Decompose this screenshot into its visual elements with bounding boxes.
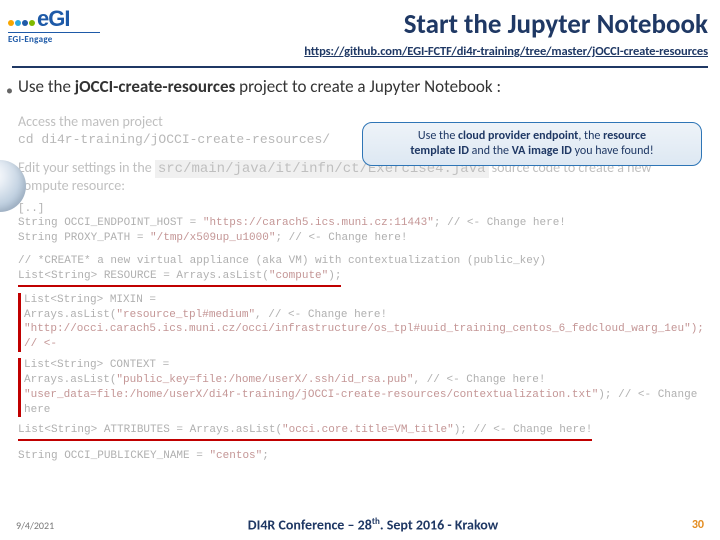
code-l12: String OCCI_PUBLICKEY_NAME = "centos"; — [18, 449, 702, 464]
header: eGI EGI-Engage Start the Jupyter Noteboo… — [0, 0, 720, 62]
bullet-pre: Use the — [18, 76, 75, 97]
cmd-cd: cd di4r-training/jOCCI-create-resources/ — [18, 132, 702, 148]
red-bar-icon — [18, 358, 21, 417]
logo-brand: eGI — [37, 6, 69, 31]
code-l5: List<String> MIXIN = — [24, 293, 702, 308]
code-l6: Arrays.asList("resource_tpl#medium", // … — [24, 308, 702, 323]
context-block: List<String> CONTEXT = Arrays.asList("pu… — [18, 358, 702, 417]
main-bullet: • Use the jOCCI-create-resources project… — [0, 76, 720, 101]
bullet-icon: • — [6, 82, 13, 100]
bullet-bold: jOCCI-create-resources — [75, 76, 236, 97]
code-l11: List<String> ATTRIBUTES = Arrays.asList(… — [18, 423, 702, 441]
egi-logo: eGI EGI-Engage — [8, 8, 100, 56]
code-l8: List<String> CONTEXT = — [24, 358, 702, 373]
code-l1: String OCCI_ENDPOINT_HOST = "https://car… — [18, 216, 702, 231]
red-bar-icon — [18, 293, 21, 352]
header-separator — [12, 66, 708, 68]
mixin-block: List<String> MIXIN = Arrays.asList("reso… — [18, 293, 702, 352]
logo-subtitle: EGI-Engage — [8, 32, 100, 45]
slide-title: Start the Jupyter Notebook — [108, 8, 708, 41]
code-l9: Arrays.asList("public_key=file:/home/use… — [24, 373, 702, 388]
page-number: 30 — [692, 518, 704, 532]
code-l4: List<String> RESOURCE = Arrays.asList("c… — [18, 269, 702, 287]
code-l7: "http://occi.carach5.ics.muni.cz/occi/in… — [24, 322, 702, 352]
footer: 9/4/2021 DI4R Conference – 28th. Sept 20… — [0, 516, 720, 534]
code-l0: [..] — [18, 202, 702, 217]
github-url[interactable]: https://github.com/EGI-FCTF/di4r-trainin… — [304, 44, 708, 59]
code-l3: // *CREATE* a new virtual appliance (aka… — [18, 254, 702, 269]
code-l10: "user_data=file:/home/userX/di4r-trainin… — [24, 388, 702, 418]
footer-conference: DI4R Conference – 28th. Sept 2016 - Krak… — [248, 516, 498, 534]
code-l2: String PROXY_PATH = "/tmp/x509up_u1000";… — [18, 231, 702, 246]
bullet-post: project to create a Jupyter Notebook : — [235, 76, 501, 97]
footer-date: 9/4/2021 — [16, 519, 54, 532]
